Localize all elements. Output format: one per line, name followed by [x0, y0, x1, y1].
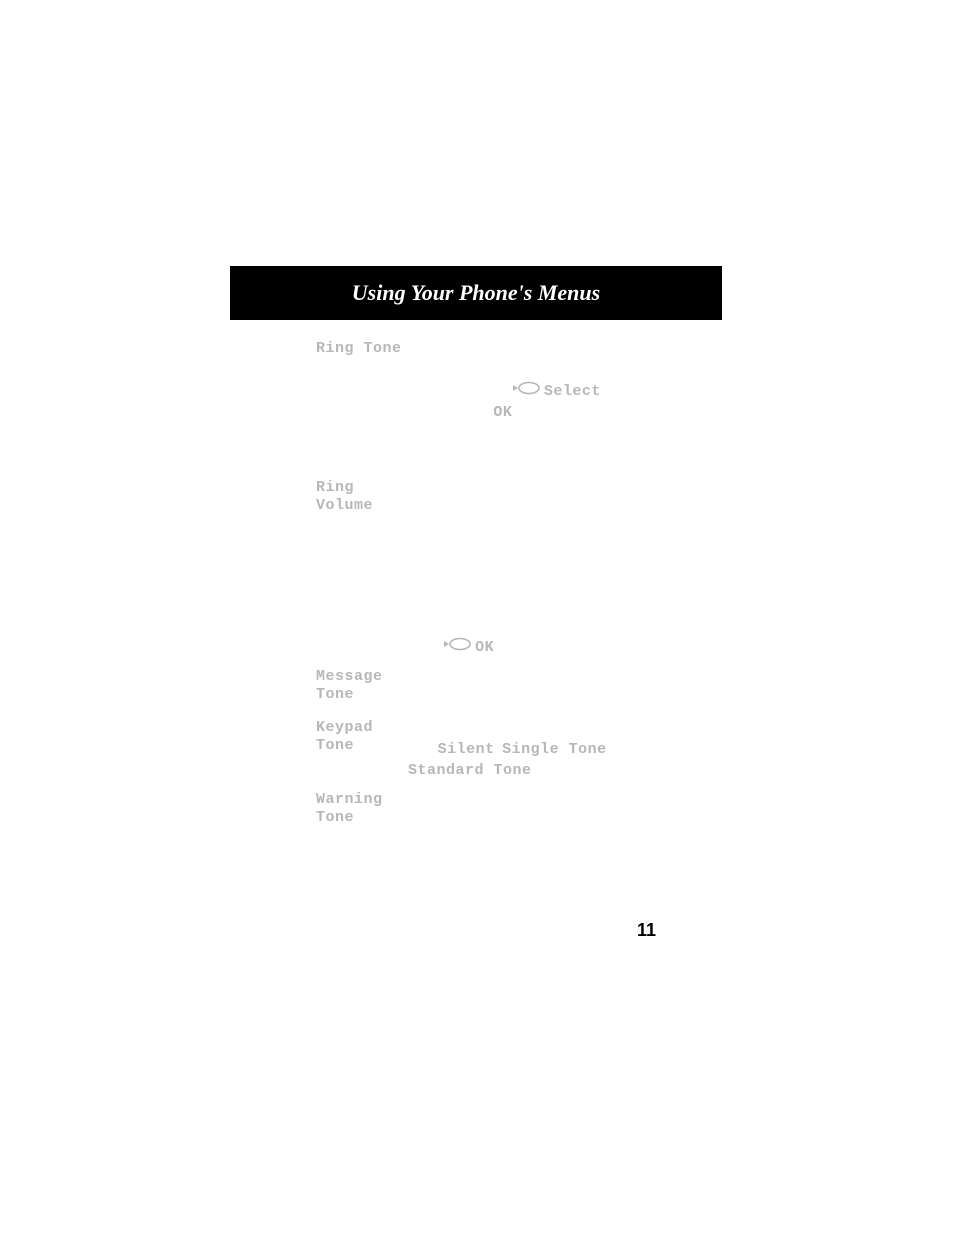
softkey-icon: [512, 381, 540, 401]
opt-single: Single Tone: [502, 741, 607, 758]
header-bar: Using Your Phone's Menus: [230, 266, 722, 320]
content-area: Ring Tone Allows you to select a distinc…: [316, 340, 664, 832]
row-ring-tone: Ring Tone Allows you to select a distinc…: [316, 340, 664, 443]
row-keypad-tone: Keypad Tone Sets the sound made each tim…: [316, 719, 664, 782]
page: Using Your Phone's Menus Ring Tone Allow…: [0, 0, 954, 1235]
desc-ring-tone: Allows you to select a distinctive ring …: [408, 340, 664, 443]
row-ring-volume: Ring Volume Sets the ringer loudness. Us…: [316, 479, 664, 658]
ring-volume-p1: Sets the ringer loudness. Use the scroll…: [408, 481, 641, 538]
label-warning-tone: Warning Tone: [316, 791, 408, 827]
desc-warning-tone: Turns confirmation and error beeps on or…: [408, 791, 664, 832]
label-ring-volume: Ring Volume: [316, 479, 408, 515]
ring-volume-p3-after: to save your setting.: [498, 639, 619, 655]
ok-label-1: OK: [493, 404, 512, 421]
sep1: ,: [495, 741, 503, 757]
row-warning-tone: Warning Tone Turns confirmation and erro…: [316, 791, 664, 832]
opt-silent: Silent: [438, 741, 495, 758]
page-title: Using Your Phone's Menus: [352, 280, 600, 306]
row-message-tone: Message Tone Chooses the alert played wh…: [316, 668, 664, 709]
message-tone-p1: Chooses the alert played when a text or …: [408, 670, 644, 706]
ok-label-2: OK: [475, 639, 494, 656]
warning-tone-p1: Turns confirmation and error beeps on or…: [408, 793, 655, 829]
page-number: 11: [637, 920, 656, 941]
desc-message-tone: Chooses the alert played when a text or …: [408, 668, 664, 709]
label-message-tone: Message Tone: [316, 668, 408, 704]
desc-ring-volume: Sets the ringer loudness. Use the scroll…: [408, 479, 664, 658]
desc-keypad-tone: Sets the sound made each time you press …: [408, 719, 664, 782]
keypad-tone-after: .: [532, 762, 536, 778]
sep2: or: [607, 741, 623, 757]
label-keypad-tone: Keypad Tone: [316, 719, 408, 755]
opt-standard: Standard Tone: [408, 762, 532, 779]
label-ring-tone: Ring Tone: [316, 340, 408, 358]
select-label: Select: [544, 383, 601, 400]
softkey-icon: [443, 637, 471, 657]
ring-volume-p3-before: Press: [408, 639, 443, 655]
ring-volume-p2: Selecting the lowest step turns the ring…: [408, 560, 652, 617]
